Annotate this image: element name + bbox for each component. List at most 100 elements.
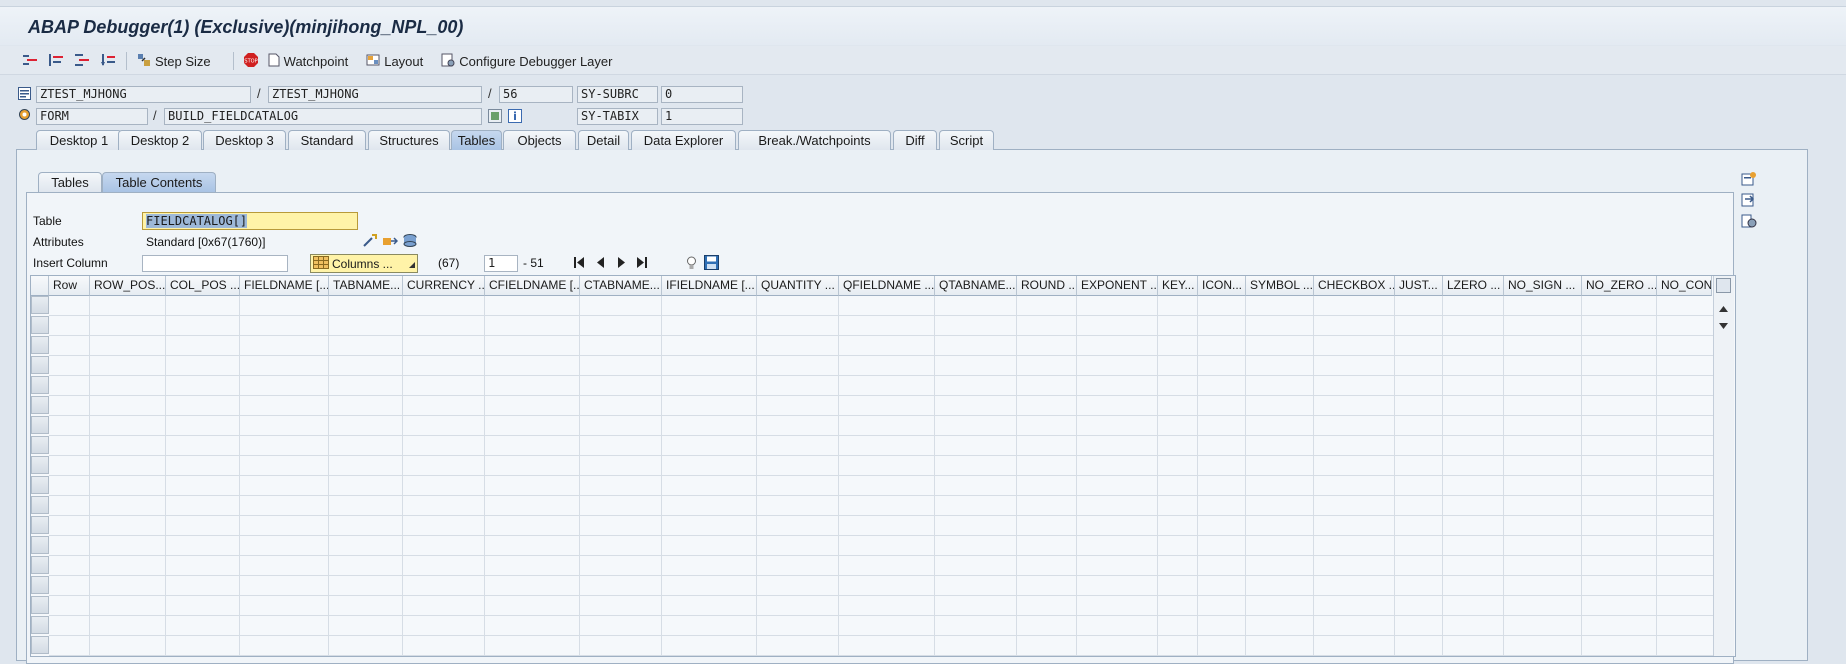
from-row-input[interactable]: 1: [484, 255, 518, 272]
step-size-button[interactable]: Step Size: [137, 53, 211, 70]
row-selector[interactable]: [31, 616, 49, 634]
column-header[interactable]: NO_CONV: [1657, 276, 1712, 296]
column-header[interactable]: ROUND ...: [1017, 276, 1077, 296]
row-selector[interactable]: [31, 296, 49, 314]
tab-structures[interactable]: Structures: [368, 130, 450, 150]
column-header[interactable]: CFIELDNAME [...: [485, 276, 580, 296]
sysvar-value-field[interactable]: 1: [661, 108, 743, 125]
scroll-down-icon[interactable]: [1719, 318, 1728, 332]
column-header[interactable]: CTABNAME...: [580, 276, 662, 296]
sysvar-name-field[interactable]: SY-TABIX: [577, 108, 658, 125]
row-selector[interactable]: [31, 316, 49, 334]
column-header[interactable]: IFIELDNAME [...: [662, 276, 757, 296]
tab-desktop-1[interactable]: Desktop 1: [36, 130, 122, 150]
column-header[interactable]: KEY...: [1158, 276, 1198, 296]
tab-tables[interactable]: Tables: [451, 130, 502, 150]
configure-debugger-layer-button[interactable]: Configure Debugger Layer: [441, 53, 612, 70]
column-header[interactable]: CURRENCY ...: [403, 276, 485, 296]
row-selector[interactable]: [31, 416, 49, 434]
tab-break-watchpoints[interactable]: Break./Watchpoints: [738, 130, 891, 150]
continue-icon[interactable]: [100, 53, 116, 70]
tab-objects[interactable]: Objects: [503, 130, 576, 150]
previous-page-icon[interactable]: [596, 257, 604, 271]
column-settings-button[interactable]: [1716, 278, 1731, 293]
row-selector[interactable]: [31, 356, 49, 374]
column-header[interactable]: QTABNAME...: [935, 276, 1017, 296]
column-header[interactable]: ICON...: [1198, 276, 1246, 296]
tab-diff[interactable]: Diff: [893, 130, 937, 150]
grid-corner[interactable]: [31, 276, 49, 296]
lightbulb-icon[interactable]: [686, 256, 697, 273]
tab-desktop-2[interactable]: Desktop 2: [118, 130, 202, 150]
navigate-source-icon[interactable]: [488, 109, 502, 126]
info-icon[interactable]: [508, 109, 522, 126]
watchpoint-button[interactable]: Watchpoint: [268, 53, 348, 70]
sysvar-name-field[interactable]: SY-SUBRC: [577, 86, 658, 103]
column-header[interactable]: Row: [49, 276, 90, 296]
layout-button[interactable]: Layout: [366, 53, 423, 70]
table-contents-grid[interactable]: Row ROW_POS... COL_POS ... FIELDNAME [... TA…: [30, 275, 1736, 657]
insert-column-input[interactable]: [142, 255, 288, 272]
columns-dropdown[interactable]: Columns ...: [310, 254, 418, 273]
next-page-icon[interactable]: [618, 257, 626, 271]
column-header[interactable]: NO_SIGN ...: [1504, 276, 1582, 296]
row-selector[interactable]: [31, 476, 49, 494]
execute-step-icon[interactable]: [48, 53, 64, 70]
row-selector[interactable]: [31, 376, 49, 394]
column-header[interactable]: FIELDNAME [...: [240, 276, 329, 296]
include-program-field[interactable]: ZTEST_MJHONG: [268, 86, 482, 103]
column-header[interactable]: TABNAME...: [329, 276, 403, 296]
column-header[interactable]: CHECKBOX ...: [1314, 276, 1395, 296]
tab-standard[interactable]: Standard: [288, 130, 366, 150]
save-icon[interactable]: [704, 255, 719, 273]
sysvar-value-field[interactable]: 0: [661, 86, 743, 103]
table-label: Table: [33, 214, 62, 228]
row-selector[interactable]: [31, 436, 49, 454]
column-header[interactable]: JUST...: [1395, 276, 1443, 296]
database-icon[interactable]: [403, 233, 417, 252]
row-selector[interactable]: [31, 396, 49, 414]
column-header[interactable]: LZERO ...: [1443, 276, 1504, 296]
column-header[interactable]: QFIELDNAME ...: [839, 276, 935, 296]
row-selector[interactable]: [31, 536, 49, 554]
event-type-field[interactable]: FORM: [36, 108, 148, 125]
row-selector[interactable]: [31, 336, 49, 354]
replace-tool-icon[interactable]: [1741, 192, 1757, 211]
column-header[interactable]: NO_ZERO ...: [1582, 276, 1657, 296]
row-selector[interactable]: [31, 516, 49, 534]
first-page-icon[interactable]: [574, 257, 584, 271]
columns-dropdown-label: Columns ...: [332, 256, 393, 271]
column-header[interactable]: EXPONENT ...: [1077, 276, 1158, 296]
vertical-scrollbar[interactable]: [1713, 276, 1734, 656]
last-page-icon[interactable]: [637, 257, 647, 271]
navigate-icon[interactable]: [362, 233, 378, 252]
row-selector[interactable]: [31, 556, 49, 574]
new-tool-icon[interactable]: [1741, 171, 1757, 190]
event-name-field[interactable]: BUILD_FIELDCATALOG: [164, 108, 482, 125]
transfer-icon[interactable]: [382, 233, 399, 252]
row-selector[interactable]: [31, 576, 49, 594]
single-step-icon[interactable]: [22, 53, 38, 70]
tab-detail[interactable]: Detail: [578, 130, 629, 150]
grid-row-line: [49, 615, 1713, 616]
subtab-table-contents[interactable]: Table Contents: [102, 172, 216, 192]
column-header[interactable]: COL_POS ...: [166, 276, 240, 296]
column-header[interactable]: ROW_POS...: [90, 276, 166, 296]
services-tool-icon[interactable]: [1741, 213, 1757, 232]
line-number-field[interactable]: 56: [499, 86, 573, 103]
row-selector[interactable]: [31, 496, 49, 514]
return-icon[interactable]: [74, 53, 90, 70]
tab-data-explorer[interactable]: Data Explorer: [631, 130, 736, 150]
tab-desktop-3[interactable]: Desktop 3: [203, 130, 286, 150]
main-program-field[interactable]: ZTEST_MJHONG: [36, 86, 251, 103]
column-header[interactable]: QUANTITY ...: [757, 276, 839, 296]
scroll-up-icon[interactable]: [1719, 301, 1728, 315]
subtab-tables[interactable]: Tables: [38, 172, 102, 192]
stop-icon[interactable]: STOP: [243, 52, 258, 70]
row-selector[interactable]: [31, 636, 49, 654]
column-header[interactable]: SYMBOL ...: [1246, 276, 1314, 296]
tab-script[interactable]: Script: [939, 130, 994, 150]
row-selector[interactable]: [31, 596, 49, 614]
table-name-input[interactable]: FIELDCATALOG[]: [142, 212, 358, 230]
row-selector[interactable]: [31, 456, 49, 474]
